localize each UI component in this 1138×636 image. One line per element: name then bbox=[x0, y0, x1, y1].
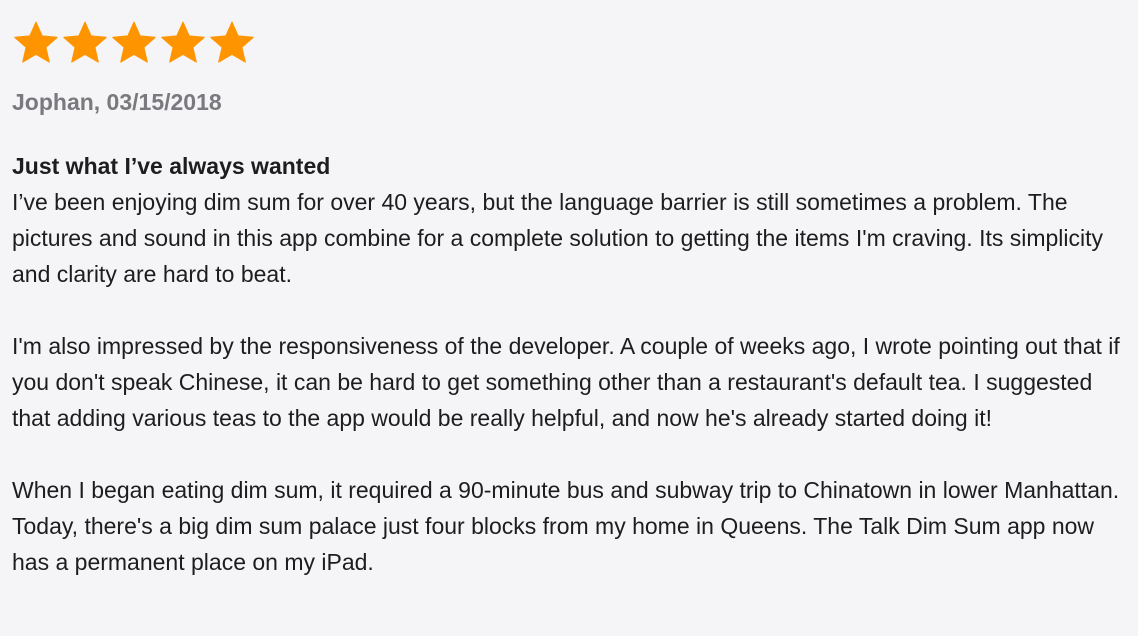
star-icon-3 bbox=[110, 19, 158, 67]
star-rating bbox=[12, 16, 1126, 70]
review-body: I’ve been enjoying dim sum for over 40 y… bbox=[12, 184, 1128, 580]
star-icon-5 bbox=[208, 19, 256, 67]
review-paragraph-2: I'm also impressed by the responsiveness… bbox=[12, 333, 1120, 431]
star-icon-4 bbox=[159, 19, 207, 67]
review-card: Jophan, 03/15/2018 Just what I’ve always… bbox=[0, 0, 1138, 636]
star-icon-1 bbox=[12, 19, 60, 67]
reviewer-name-date: Jophan, 03/15/2018 bbox=[12, 89, 222, 115]
review-paragraph-3: When I began eating dim sum, it required… bbox=[12, 477, 1120, 575]
star-icon-2 bbox=[61, 19, 109, 67]
review-paragraph-1: I’ve been enjoying dim sum for over 40 y… bbox=[12, 189, 1104, 287]
review-title: Just what I’ve always wanted bbox=[12, 153, 331, 179]
